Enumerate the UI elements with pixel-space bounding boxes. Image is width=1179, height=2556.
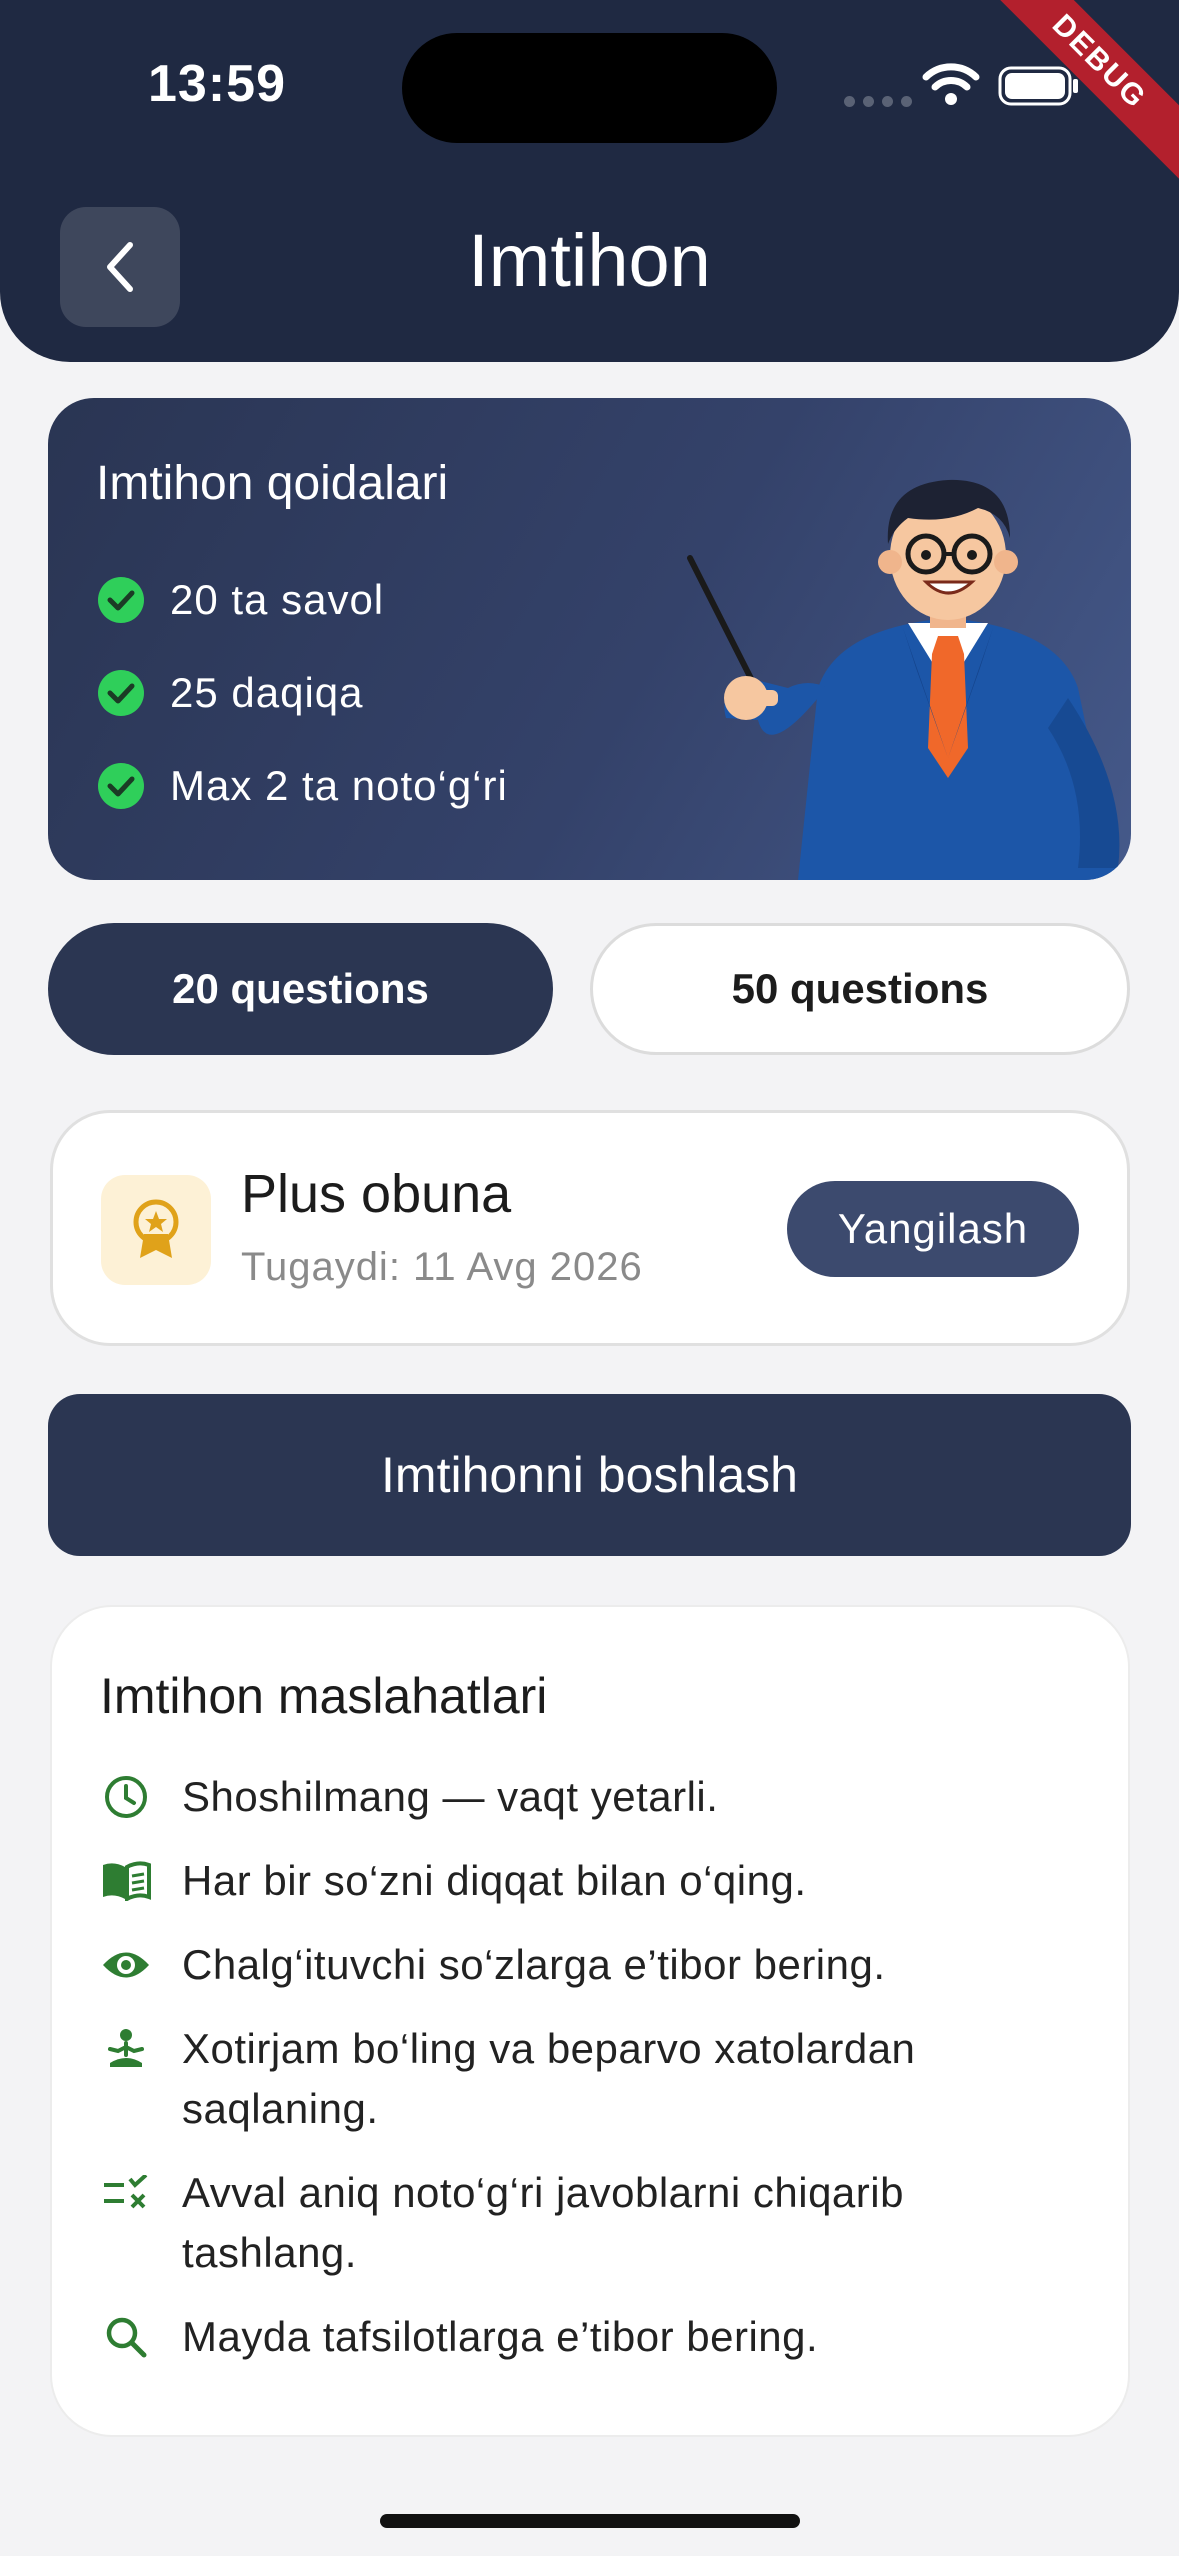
search-icon xyxy=(100,2307,152,2367)
home-indicator[interactable] xyxy=(380,2514,800,2528)
award-medal-icon xyxy=(133,1199,179,1258)
wifi-icon xyxy=(922,63,980,105)
status-time: 13:59 xyxy=(148,55,286,113)
rule-text: Max 2 ta noto‘g‘ri xyxy=(170,762,508,809)
tip-item: Shoshilmang — vaqt yetarli. xyxy=(100,1767,1090,1827)
rule-out-icon xyxy=(100,2163,152,2223)
rule-text: 20 ta savol xyxy=(170,576,385,623)
subscription-card: Plus obuna Tugaydi: 11 Avg 2026 Yangilas… xyxy=(50,1110,1130,1346)
tips-title: Imtihon maslahatlari xyxy=(100,1668,548,1724)
plus-badge xyxy=(101,1175,211,1285)
tip-item: Har bir so‘zni diqqat bilan o‘qing. xyxy=(100,1851,1090,1911)
subscription-expiry: Tugaydi: 11 Avg 2026 xyxy=(241,1245,643,1289)
exam-tips-card: Imtihon maslahatlari Shoshilmang — vaqt … xyxy=(50,1605,1130,2437)
rule-item: Max 2 ta noto‘g‘ri xyxy=(98,762,508,810)
tip-text: Shoshilmang — vaqt yetarli. xyxy=(182,1773,719,1820)
dynamic-island xyxy=(402,33,777,143)
tip-item: Avval aniq noto‘g‘ri javoblarni chiqarib… xyxy=(100,2163,1090,2283)
clock-icon xyxy=(100,1767,152,1827)
meditation-icon xyxy=(100,2019,152,2079)
battery-icon xyxy=(998,66,1078,106)
rule-item: 25 daqiqa xyxy=(98,669,364,717)
tip-text: Xotirjam bo‘ling va beparvo xatolardan s… xyxy=(182,2025,916,2132)
eye-icon xyxy=(100,1935,152,1995)
book-icon xyxy=(100,1851,152,1911)
rule-item: 20 ta savol xyxy=(98,576,384,624)
tip-text: Mayda tafsilotlarga e’tibor bering. xyxy=(182,2313,819,2360)
tip-item: Mayda tafsilotlarga e’tibor bering. xyxy=(100,2307,1090,2367)
renew-button[interactable]: Yangilash xyxy=(787,1181,1079,1277)
tip-item: Chalg‘ituvchi so‘zlarga e’tibor bering. xyxy=(100,1935,1090,1995)
tip-item: Xotirjam bo‘ling va beparvo xatolardan s… xyxy=(100,2019,1090,2139)
rule-text: 25 daqiqa xyxy=(170,669,364,716)
rules-title: Imtihon qoidalari xyxy=(96,457,449,510)
tip-text: Avval aniq noto‘g‘ri javoblarni chiqarib… xyxy=(182,2169,904,2276)
page-title: Imtihon xyxy=(468,219,711,302)
tip-text: Har bir so‘zni diqqat bilan o‘qing. xyxy=(182,1857,807,1904)
segment-20-questions[interactable]: 20 questions xyxy=(48,923,553,1055)
check-circle-icon xyxy=(98,763,144,809)
start-exam-button[interactable]: Imtihonni boshlash xyxy=(48,1394,1131,1556)
segment-50-questions[interactable]: 50 questions xyxy=(590,923,1130,1055)
check-circle-icon xyxy=(98,577,144,623)
subscription-title: Plus obuna xyxy=(241,1164,512,1224)
cellular-signal-icon xyxy=(844,96,912,107)
check-circle-icon xyxy=(98,670,144,716)
app-header: 13:59 DEBUG Imtihon xyxy=(0,0,1179,362)
tip-text: Chalg‘ituvchi so‘zlarga e’tibor bering. xyxy=(182,1941,886,1988)
teacher-illustration xyxy=(687,479,1120,880)
exam-rules-card: Imtihon qoidalari 20 ta savol 25 daqiqa … xyxy=(48,398,1131,880)
